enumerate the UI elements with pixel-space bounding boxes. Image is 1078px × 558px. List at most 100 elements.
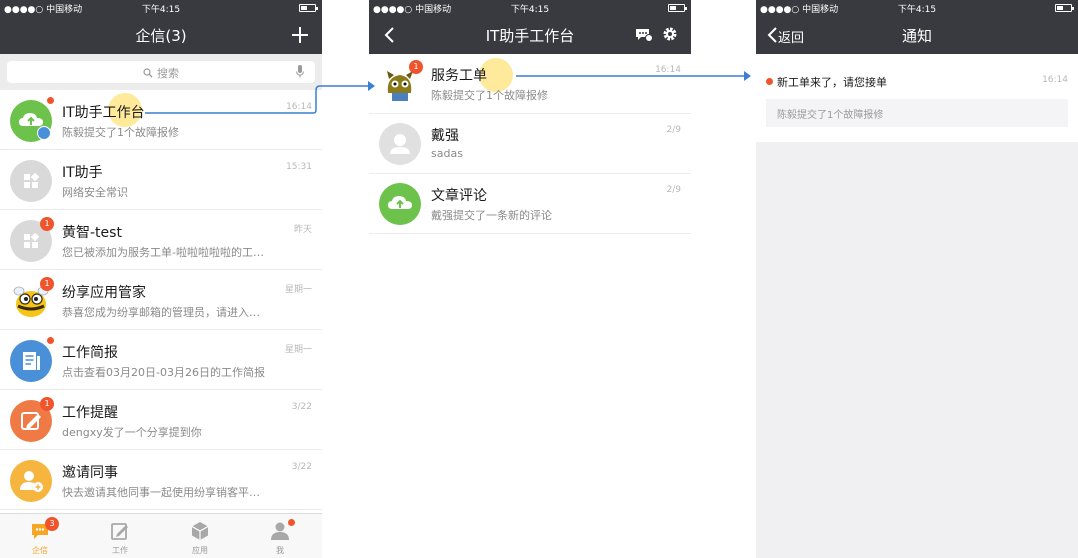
navbar: IT助手工作台	[369, 16, 691, 54]
conversation-time: 15:31	[286, 162, 312, 172]
battery-icon	[299, 4, 318, 12]
plus-icon[interactable]	[291, 26, 309, 44]
conversation-time: 16:14	[286, 102, 312, 112]
tab-apps[interactable]: 应用	[160, 514, 240, 558]
unread-badge: 1	[40, 217, 54, 231]
apps-icon	[24, 172, 40, 188]
conversation-row-invite[interactable]: 邀请同事 快去邀请其他同事一起使用纷享销客平… 3/22	[0, 450, 322, 510]
status-bar: ●●●●○ 中国移动 下午4:15	[0, 0, 322, 16]
item-name: 戴强	[431, 128, 459, 144]
conversation-name: 工作简报	[62, 345, 118, 361]
conversation-preview: 恭喜您成为纷享邮箱的管理员，请进入…	[62, 306, 260, 319]
conversation-name: 工作提醒	[62, 405, 118, 421]
notice-title: 新工单来了，请您接单	[777, 76, 887, 89]
screen-it-workbench: ●●●●○ 中国移动 下午4:15 IT助手工作台 1 服务工单 陈毅提交了1个…	[369, 0, 691, 558]
item-name: 文章评论	[431, 188, 487, 204]
conversation-preview: 快去邀请其他同事一起使用纷享销客平…	[62, 486, 260, 499]
person-icon	[271, 522, 289, 540]
conversation-time: 3/22	[291, 402, 312, 412]
search-input[interactable]: 搜索	[7, 61, 315, 83]
search-placeholder-text: 搜索	[157, 67, 179, 80]
add-user-icon	[20, 471, 43, 492]
microphone-icon[interactable]	[296, 65, 304, 78]
screen-notification: ●●●●○ 中国移动 下午4:15 返回 通知 新工单来了，请您接单 16:14…	[756, 0, 1078, 558]
tab-label: 企信	[32, 546, 48, 555]
page-title: 通知	[901, 27, 932, 45]
conversation-row-work-report[interactable]: 工作简报 点击查看03月20日-03月26日的工作简报 星期一	[0, 330, 322, 390]
conversation-time: 星期一	[284, 345, 312, 355]
avatar	[379, 183, 421, 225]
conversation-preview: 网络安全常识	[62, 186, 128, 199]
notification-card[interactable]: 新工单来了，请您接单 16:14 陈毅提交了1个故障报修	[756, 54, 1078, 142]
conversation-row-it-assistant[interactable]: IT助手 网络安全常识 15:31	[0, 150, 322, 210]
tab-me[interactable]: 我	[240, 514, 320, 558]
report-icon	[23, 352, 40, 370]
avatar	[10, 160, 52, 202]
avatar	[379, 123, 421, 165]
conversation-time: 3/22	[291, 462, 312, 472]
conversation-preview: 您已被添加为服务工单-啦啦啦啦啦的工…	[62, 246, 264, 259]
conversation-preview: 点击查看03月20日-03月26日的工作简报	[62, 366, 265, 379]
workbench-row-service-ticket[interactable]: 1 服务工单 陈毅提交了1个故障报修 16:14	[369, 54, 691, 114]
tab-label: 应用	[192, 546, 208, 555]
unread-badge: 1	[40, 397, 54, 411]
status-bar: ●●●●○ 中国移动 下午4:15	[369, 0, 691, 16]
chat-sub-icon	[37, 126, 51, 140]
conversation-time: 昨天	[293, 225, 312, 235]
arrow-head-2	[744, 71, 751, 81]
navbar: 返回 通知	[756, 16, 1078, 54]
cloud-upload-icon	[388, 196, 412, 209]
tab-messages[interactable]: 3 企信	[0, 514, 80, 558]
avatar	[10, 460, 52, 502]
screen-conversation-list: ●●●●○ 中国移动 下午4:15 企信(3) 搜索 IT助手工作台 陈毅提交了…	[0, 0, 322, 558]
tab-label: 我	[276, 546, 284, 555]
unread-dot	[47, 337, 54, 344]
tab-work[interactable]: 工作	[80, 514, 160, 558]
battery-icon	[668, 4, 687, 12]
battery-icon	[1055, 4, 1074, 12]
item-time: 2/9	[666, 125, 681, 135]
item-time: 16:14	[655, 65, 681, 75]
workbench-row-daiqiang[interactable]: 戴强 sadas 2/9	[369, 114, 691, 174]
gear-icon[interactable]	[662, 26, 678, 42]
workbench-row-article-comment[interactable]: 文章评论 戴强提交了一条新的评论 2/9	[369, 174, 691, 234]
avatar	[10, 340, 52, 382]
conversation-name: 黄智-test	[62, 225, 122, 241]
edit-icon	[111, 523, 128, 540]
person-icon	[390, 134, 410, 154]
notice-body-box: 陈毅提交了1个故障报修	[766, 99, 1068, 127]
status-time: 下午4:15	[510, 5, 550, 15]
tab-label: 工作	[112, 546, 128, 555]
item-preview: sadas	[431, 147, 463, 160]
tab-badge: 3	[45, 517, 59, 531]
page-title: 企信(3)	[135, 27, 187, 45]
cube-icon	[191, 522, 209, 540]
conversation-preview: 陈毅提交了1个故障报修	[62, 126, 179, 139]
unread-dot	[766, 78, 773, 85]
item-preview: 陈毅提交了1个故障报修	[431, 89, 548, 102]
conversation-row-app-manager[interactable]: 1 纷享应用管家 恭喜您成为纷享邮箱的管理员，请进入… 星期一	[0, 270, 322, 330]
item-name: 服务工单	[431, 68, 487, 84]
search-placeholder: 搜索	[7, 65, 315, 81]
navbar: 企信(3)	[0, 16, 322, 54]
status-time: 下午4:15	[897, 5, 937, 15]
conversation-name: IT助手工作台	[62, 105, 145, 121]
notice-time: 16:14	[1042, 75, 1068, 85]
conversation-row-huangzhi[interactable]: 1 黄智-test 您已被添加为服务工单-啦啦啦啦啦的工… 昨天	[0, 210, 322, 270]
item-preview: 戴强提交了一条新的评论	[431, 209, 552, 222]
search-icon	[143, 68, 153, 78]
unread-dot	[288, 519, 295, 526]
conversation-name: IT助手	[62, 165, 103, 181]
item-time: 2/9	[666, 185, 681, 195]
search-bar: 搜索	[0, 54, 322, 90]
unread-dot	[47, 97, 54, 104]
conversation-preview: dengxy发了一个分享提到你	[62, 426, 202, 439]
status-time: 下午4:15	[141, 5, 181, 15]
conversation-row-it-workbench[interactable]: IT助手工作台 陈毅提交了1个故障报修 16:14	[0, 90, 322, 150]
notice-body: 陈毅提交了1个故障报修	[777, 110, 884, 121]
chat-settings-icon[interactable]	[635, 27, 653, 43]
conversation-row-work-reminder[interactable]: 1 工作提醒 dengxy发了一个分享提到你 3/22	[0, 390, 322, 450]
tab-bar: 3 企信 工作 应用 我	[0, 513, 322, 558]
unread-badge: 1	[409, 60, 423, 74]
conversation-name: 纷享应用管家	[62, 285, 146, 301]
